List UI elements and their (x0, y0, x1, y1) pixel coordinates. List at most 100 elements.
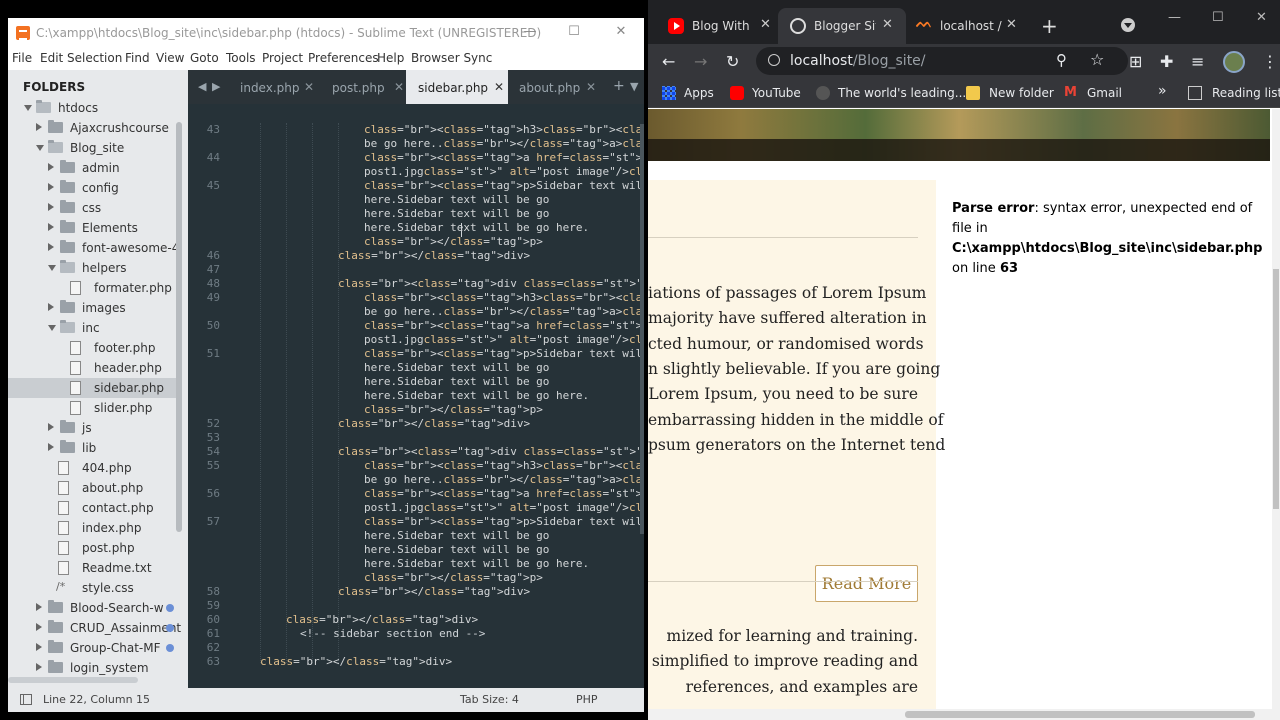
collapsed-arrow-icon[interactable] (36, 663, 42, 671)
code-line[interactable]: 48 class="br"><class="tag">div class=clas… (188, 277, 644, 291)
back-icon[interactable]: ← (662, 52, 675, 71)
close-tab-icon[interactable]: ✕ (394, 80, 404, 94)
code-line[interactable]: class="br"></class="tag">p> (188, 403, 644, 417)
code-line[interactable]: here.Sidebar text will be go here. (188, 557, 644, 571)
collapsed-arrow-icon[interactable] (36, 123, 42, 131)
code-line[interactable]: 45 class="br"><class="tag">p>Sidebar text… (188, 179, 644, 193)
syntax-mode[interactable]: PHP (576, 693, 598, 706)
expanded-arrow-icon[interactable] (36, 145, 44, 151)
code-line[interactable]: 52 class="br"></class="tag">div> (188, 417, 644, 431)
tree-item[interactable]: htdocs (8, 98, 180, 118)
code-line[interactable]: 63 class="br"></class="tag">div> (188, 655, 644, 669)
tab-about[interactable]: about.php ✕ (508, 70, 598, 104)
close-tab-icon[interactable]: ✕ (494, 80, 504, 94)
extension-icon[interactable]: ⊞ (1129, 52, 1142, 71)
collapsed-arrow-icon[interactable] (48, 203, 54, 211)
code-line[interactable]: 57 class="br"><class="tag">p>Sidebar text… (188, 515, 644, 529)
tree-item[interactable]: font-awesome-4. (8, 238, 183, 258)
bookmark-new-folder[interactable]: New folder (989, 86, 1054, 100)
collapsed-arrow-icon[interactable] (48, 183, 54, 191)
menu-kebab-icon[interactable]: ⋮ (1262, 52, 1278, 71)
address-bar[interactable]: localhost/Blog_site/ ⚲ ☆ (756, 47, 1128, 75)
zoom-icon[interactable]: ⚲ (1056, 51, 1067, 69)
tab-next-icon[interactable]: ▶ (212, 80, 220, 93)
code-line[interactable]: 46 class="br"></class="tag">div> (188, 249, 644, 263)
tree-item[interactable]: Elements (8, 218, 180, 238)
tab-size[interactable]: Tab Size: 4 (460, 693, 519, 706)
tab-list-icon[interactable]: ▼ (630, 80, 638, 93)
browser-tab-localhost[interactable]: ᨓ localhost / ✕ (906, 8, 1028, 44)
bookmark-apps[interactable]: Apps (684, 86, 714, 100)
maximize-icon[interactable]: ☐ (564, 24, 584, 39)
browser-tab-blog-with[interactable]: Blog With ✕ (656, 8, 778, 44)
tree-item[interactable]: css (8, 198, 180, 218)
bookmark-youtube[interactable]: YouTube (752, 86, 801, 100)
tree-item[interactable]: helpers (8, 258, 180, 278)
code-line[interactable]: here.Sidebar text will be go here. (188, 389, 644, 403)
menu-help[interactable]: Help (377, 51, 404, 65)
code-line[interactable]: be go here..class="br"></class="tag">a>c… (188, 305, 644, 319)
code-line[interactable]: post1.jpgclass="st">" alt="post image"/>… (188, 165, 644, 179)
code-line[interactable]: 56 class="br"><class="tag">a href=class="… (188, 487, 644, 501)
sidebar-scrollbar[interactable] (176, 122, 182, 532)
close-tab-icon[interactable]: ✕ (586, 80, 596, 94)
tree-item[interactable]: sidebar.php (8, 378, 180, 398)
forward-icon[interactable]: → (694, 52, 707, 71)
maximize-icon[interactable]: ☐ (1212, 10, 1224, 25)
menu-file[interactable]: File (12, 51, 32, 65)
menu-browser-sync[interactable]: Browser Sync (411, 51, 492, 65)
panel-toggle-icon[interactable] (20, 694, 32, 705)
menu-preferences[interactable]: Preferences (308, 51, 379, 65)
code-line[interactable]: 59 (188, 599, 644, 613)
tree-item[interactable]: CRUD_Assainment (8, 618, 181, 638)
close-tab-icon[interactable]: ✕ (882, 17, 893, 32)
code-line[interactable]: 44 class="br"><class="tag">a href=class="… (188, 151, 644, 165)
tab-sidebar[interactable]: sidebar.php ✕ (406, 70, 508, 104)
tree-item[interactable]: Blog_site (8, 138, 180, 158)
tab-index[interactable]: index.php ✕ (228, 70, 318, 104)
collapsed-arrow-icon[interactable] (36, 643, 42, 651)
collapsed-arrow-icon[interactable] (48, 443, 54, 451)
tree-item[interactable]: admin (8, 158, 180, 178)
browser-tab-blogger-site[interactable]: Blogger Sit ✕ (778, 8, 906, 44)
read-more-button[interactable]: Read More (815, 565, 918, 602)
code-line[interactable]: post1.jpgclass="st">" alt="post image"/>… (188, 501, 644, 515)
tree-item[interactable]: /* style.css (8, 578, 180, 598)
site-info-icon[interactable] (768, 54, 780, 66)
code-line[interactable]: 62 (188, 641, 644, 655)
menu-tools[interactable]: Tools (226, 51, 256, 65)
code-line[interactable]: here.Sidebar text will be go (188, 361, 644, 375)
extensions-puzzle-icon[interactable]: ✚ (1160, 52, 1173, 71)
code-line[interactable]: 50 class="br"><class="tag">a href=class="… (188, 319, 644, 333)
code-line[interactable]: class="br"></class="tag">p> (188, 571, 644, 585)
code-line[interactable]: 47 (188, 263, 644, 277)
collapsed-arrow-icon[interactable] (48, 243, 54, 251)
code-line[interactable]: 51 class="br"><class="tag">p>Sidebar text… (188, 347, 644, 361)
code-line[interactable]: here.Sidebar text will be go here. (188, 221, 644, 235)
expanded-arrow-icon[interactable] (48, 325, 56, 331)
new-tab-icon[interactable]: + (613, 78, 625, 94)
close-tab-icon[interactable]: ✕ (760, 17, 771, 32)
code-line[interactable]: be go here..class="br"></class="tag">a>c… (188, 137, 644, 151)
tree-item[interactable]: lib (8, 438, 180, 458)
media-control-icon[interactable]: ≡ (1191, 52, 1204, 71)
tree-item[interactable]: inc (8, 318, 180, 338)
code-line[interactable]: 49 class="br"><class="tag">h3>class="br">… (188, 291, 644, 305)
reload-icon[interactable]: ↻ (726, 52, 739, 71)
code-line[interactable]: 61 <!-- sidebar section end --> (188, 627, 644, 641)
code-editor[interactable]: 43 class="br"><class="tag">h3>class="br">… (188, 104, 644, 688)
collapsed-arrow-icon[interactable] (48, 423, 54, 431)
tree-item[interactable]: js (8, 418, 180, 438)
close-tab-icon[interactable]: ✕ (1006, 17, 1017, 32)
collapsed-arrow-icon[interactable] (48, 163, 54, 171)
bookmark-gmail[interactable]: Gmail (1087, 86, 1122, 100)
minimize-icon[interactable]: — (1168, 10, 1181, 25)
tree-item[interactable]: Ajaxcrushcourse (8, 118, 180, 138)
code-line[interactable]: post1.jpgclass="st">" alt="post image"/>… (188, 333, 644, 347)
new-tab-button[interactable]: + (1041, 14, 1058, 38)
close-icon[interactable]: ✕ (1256, 10, 1267, 25)
menu-view[interactable]: View (156, 51, 184, 65)
code-line[interactable]: class="br"></class="tag">p> (188, 235, 644, 249)
tree-item[interactable]: header.php (8, 358, 180, 378)
close-icon[interactable]: ✕ (611, 24, 631, 39)
